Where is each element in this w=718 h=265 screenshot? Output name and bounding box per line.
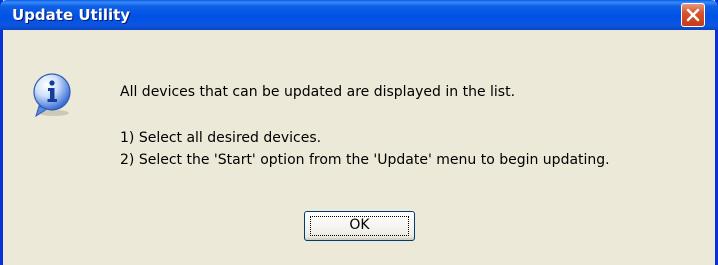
ok-button[interactable]: OK (304, 211, 415, 241)
message-line-2: 1) Select all desired devices. (120, 130, 322, 146)
message-line-1: All devices that can be updated are disp… (120, 84, 516, 100)
dialog-window: Update Utility All devices that can be u… (0, 0, 718, 265)
ok-button-label: OK (349, 217, 370, 233)
close-button[interactable] (681, 3, 705, 27)
info-icon (33, 73, 71, 118)
window-title: Update Utility (12, 6, 131, 24)
close-icon (686, 8, 700, 22)
message-line-3: 2) Select the 'Start' option from the 'U… (120, 152, 610, 168)
title-bar[interactable]: Update Utility (0, 0, 718, 30)
